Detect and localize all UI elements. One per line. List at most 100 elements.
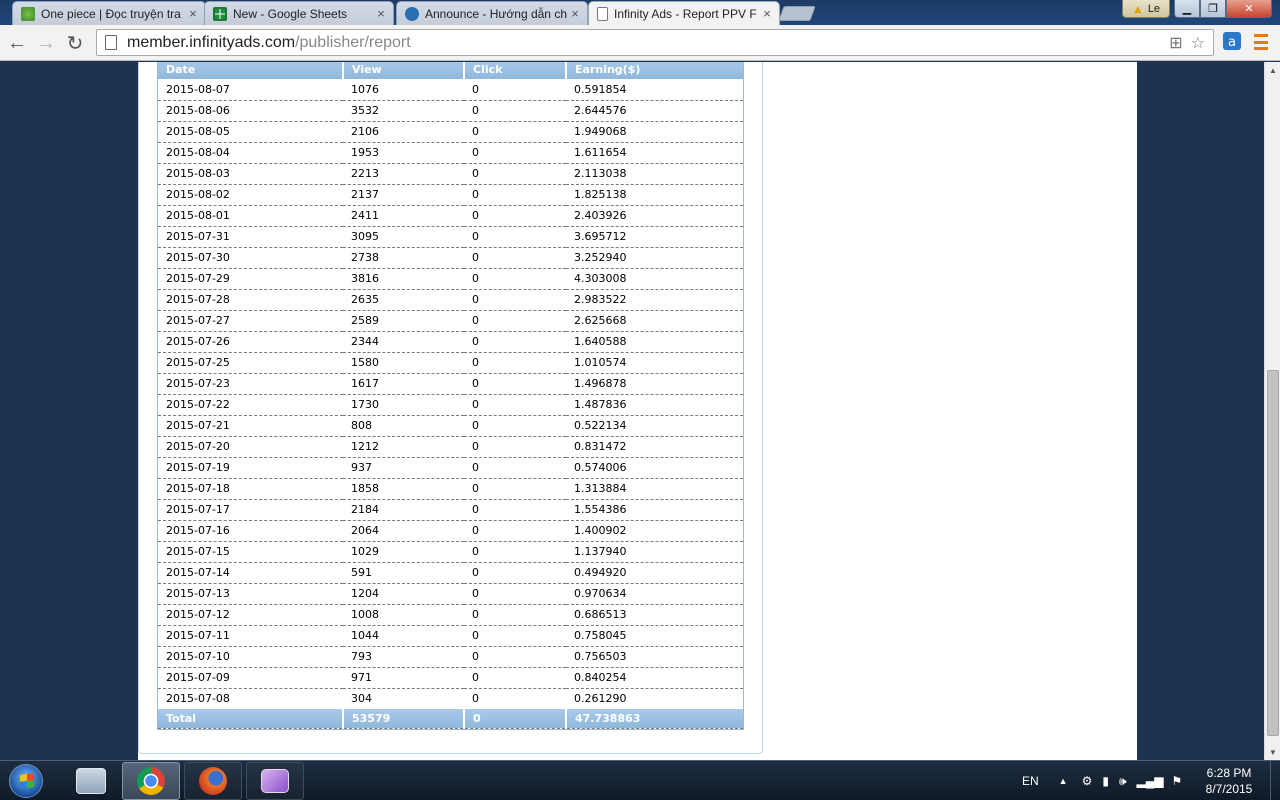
view-cell: 3095: [343, 226, 464, 248]
paint-app-icon: [261, 769, 289, 793]
forward-arrow-icon: →: [36, 31, 56, 54]
date-cell: 2015-08-03: [158, 163, 343, 185]
scroll-up-arrow-icon[interactable]: ▲: [1265, 62, 1280, 78]
total-click: 0: [464, 709, 567, 729]
url-host: member.infinityads.com: [127, 33, 296, 51]
table-row: 2015-08-03 2213 0 2.113038: [158, 163, 743, 185]
tab-google-sheets[interactable]: New - Google Sheets ×: [204, 1, 394, 25]
click-cell: 0: [464, 478, 566, 500]
scroll-thumb[interactable]: [1267, 370, 1279, 736]
table-row: 2015-07-16 2064 0 1.400902: [158, 520, 743, 542]
power-icon[interactable]: ▮: [1102, 774, 1109, 788]
total-view: 53579: [343, 709, 465, 729]
extension-icon[interactable]: a: [1221, 30, 1243, 54]
table-row: 2015-08-07 1076 0 0.591854: [158, 79, 743, 101]
date-cell: 2015-07-15: [158, 541, 343, 563]
language-indicator[interactable]: EN: [1022, 774, 1039, 788]
click-cell: 0: [464, 457, 566, 479]
taskbar-firefox[interactable]: [184, 762, 242, 800]
date-cell: 2015-07-12: [158, 604, 343, 626]
tab-announce[interactable]: Announce - Hướng dẫn ch ×: [396, 1, 588, 25]
date-cell: 2015-07-20: [158, 436, 343, 458]
profile-name: Le: [1147, 2, 1161, 15]
bookmark-star-icon[interactable]: ☆: [1191, 33, 1205, 53]
total-earning: 47.738863: [566, 709, 743, 729]
view-cell: 1617: [343, 373, 464, 395]
view-cell: 591: [343, 562, 464, 584]
chrome-menu-icon[interactable]: [1254, 34, 1268, 50]
date-cell: 2015-07-18: [158, 478, 343, 500]
tab-one-piece[interactable]: One piece | Đọc truyện tra ×: [12, 1, 206, 25]
earning-cell: 0.261290: [574, 692, 627, 706]
click-cell: 0: [464, 121, 566, 143]
taskbar-clock[interactable]: 6:28 PM 8/7/2015: [1196, 765, 1262, 797]
start-button[interactable]: [4, 762, 48, 800]
earning-cell: 1.010574: [566, 352, 743, 374]
view-cell: 2213: [343, 163, 464, 185]
volume-icon[interactable]: 🕪: [1119, 774, 1127, 789]
click-cell: 0: [464, 604, 566, 626]
page-info-icon[interactable]: [105, 35, 117, 50]
date-cell: 2015-08-04: [158, 142, 343, 164]
back-button[interactable]: ←: [5, 31, 29, 55]
click-cell: 0: [464, 436, 566, 458]
click-cell: 0: [464, 562, 566, 584]
view-cell: 2738: [343, 247, 464, 269]
flag-icon[interactable]: ⚑: [1172, 774, 1183, 788]
warning-icon: ▲: [1131, 1, 1144, 16]
tab-infinity-ads[interactable]: Infinity Ads - Report PPV F ×: [588, 1, 780, 25]
date-cell: 2015-07-11: [158, 625, 343, 647]
column-header-earning[interactable]: Earning($): [566, 62, 743, 79]
taskbar-paint-app[interactable]: [246, 762, 304, 800]
view-cell: 1858: [343, 478, 464, 500]
forward-button[interactable]: →: [34, 31, 58, 55]
date-cell: 2015-07-26: [158, 331, 343, 353]
column-header-date[interactable]: Date: [158, 62, 344, 79]
show-desktop-button[interactable]: [1270, 761, 1280, 800]
table-row: 2015-08-05 2106 0 1.949068: [158, 121, 743, 143]
reload-button[interactable]: ↻: [63, 31, 87, 55]
window-controls: ▁ ❐ ✕: [1174, 0, 1272, 18]
restore-button[interactable]: ❐: [1200, 0, 1226, 18]
table-row: 2015-07-08 304 0 0.261290: [158, 688, 743, 709]
svg-text:a: a: [1228, 35, 1236, 50]
tray-expand-icon[interactable]: ▲: [1059, 776, 1068, 786]
close-icon[interactable]: ×: [373, 6, 389, 21]
taskbar-chrome[interactable]: [122, 762, 180, 800]
page-scrollbar[interactable]: ▲ ▼: [1264, 62, 1280, 760]
table-row: 2015-07-21 808 0 0.522134: [158, 415, 743, 437]
click-cell: 0: [464, 163, 566, 185]
earning-cell: 0.522134: [566, 415, 743, 437]
report-table: Date View Click Earning($) 2015-08-07 107…: [157, 62, 744, 730]
minimize-button[interactable]: ▁: [1174, 0, 1200, 18]
view-cell: 1204: [343, 583, 464, 605]
close-icon[interactable]: ×: [185, 6, 201, 21]
close-icon[interactable]: ×: [759, 6, 775, 21]
address-bar[interactable]: member.infinityads.com /publisher/report…: [96, 29, 1214, 56]
reload-icon: ↻: [66, 32, 84, 55]
earning-cell: 1.825138: [566, 184, 743, 206]
column-header-view[interactable]: View: [343, 62, 465, 79]
close-icon[interactable]: ×: [567, 6, 583, 21]
back-arrow-icon: ←: [7, 31, 27, 54]
click-cell: 0: [472, 692, 479, 706]
earning-cell: 0.970634: [566, 583, 743, 605]
new-tab-button[interactable]: [778, 6, 816, 21]
signal-icon[interactable]: ▂▄▆: [1137, 774, 1164, 788]
translate-icon[interactable]: ⊞: [1169, 33, 1182, 53]
table-row: 2015-08-01 2411 0 2.403926: [158, 205, 743, 227]
earning-cell: 0.840254: [566, 667, 743, 689]
tab-label: Infinity Ads - Report PPV F: [614, 6, 757, 21]
scroll-down-arrow-icon[interactable]: ▼: [1265, 744, 1280, 760]
column-header-click[interactable]: Click: [464, 62, 567, 79]
table-row: 2015-07-26 2344 0 1.640588: [158, 331, 743, 353]
click-cell: 0: [464, 247, 566, 269]
network-app-icon: [76, 768, 106, 794]
close-window-button[interactable]: ✕: [1226, 0, 1272, 18]
profile-button[interactable]: ▲ Le: [1122, 0, 1170, 18]
usb-icon[interactable]: ⚙: [1082, 774, 1093, 788]
view-cell: 2184: [343, 499, 464, 521]
content-panel: Date View Click Earning($) 2015-08-07 107…: [138, 62, 1137, 760]
click-cell: 0: [464, 100, 566, 122]
taskbar-network-app[interactable]: [62, 762, 120, 800]
